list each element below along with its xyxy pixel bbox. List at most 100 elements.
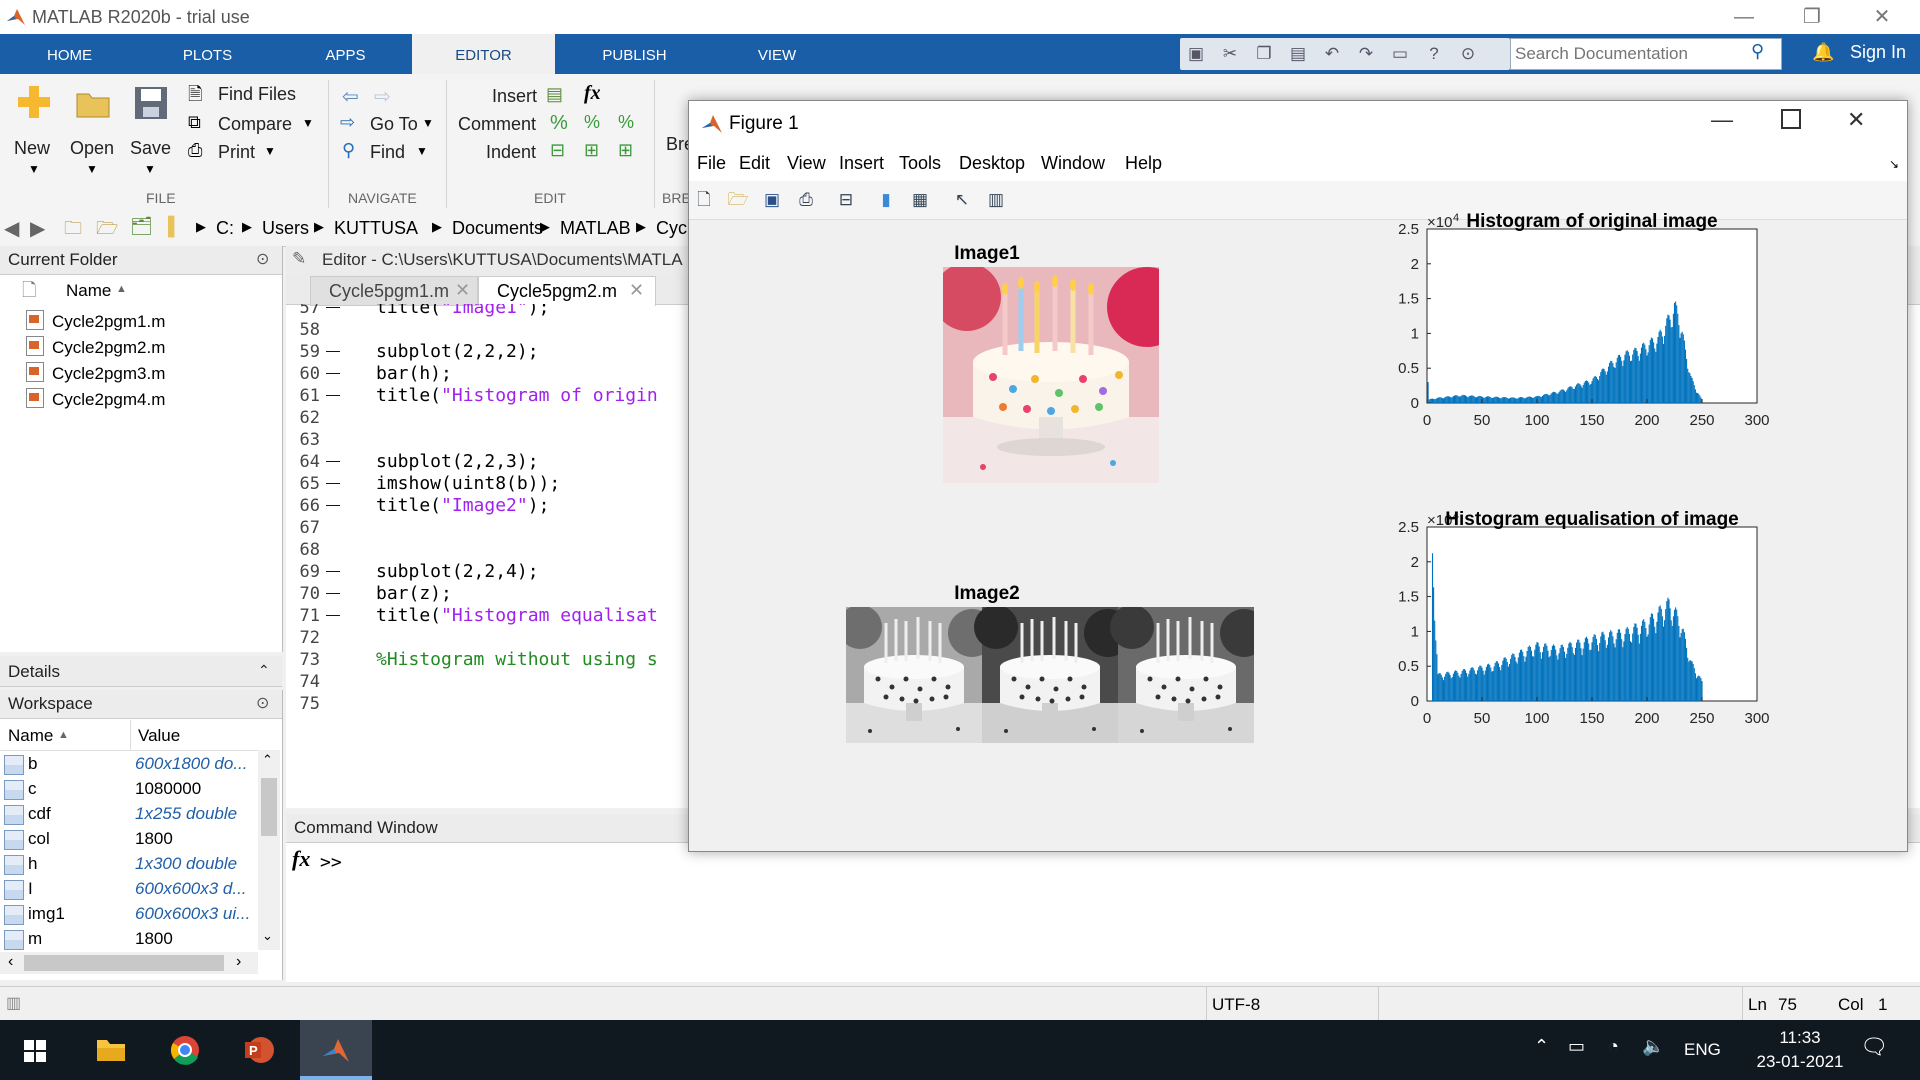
clock-time[interactable]: 11:33: [1760, 1028, 1840, 1048]
table-row[interactable]: cdf 1x255 double: [0, 802, 260, 827]
tab-editor[interactable]: EDITOR: [412, 34, 555, 74]
code-line[interactable]: imshow(uint8(b));: [376, 473, 560, 494]
go-to-button[interactable]: Go To: [370, 114, 418, 135]
folder-history-icon[interactable]: 🗂: [130, 216, 153, 237]
breakpoint-marker[interactable]: —: [326, 584, 340, 600]
language-indicator[interactable]: ENG: [1684, 1040, 1721, 1060]
figure-close-button[interactable]: ✕: [1847, 107, 1865, 133]
figure-maximize-button[interactable]: [1781, 109, 1801, 129]
powerpoint-icon[interactable]: P: [244, 1035, 274, 1065]
wifi-icon[interactable]: ◔: [1608, 1036, 1619, 1057]
notification-center-icon[interactable]: 🗨: [1860, 1034, 1888, 1060]
name-column-header[interactable]: Name: [66, 281, 111, 301]
new-button[interactable]: New ▼: [10, 82, 58, 182]
find-button[interactable]: Find: [370, 142, 405, 163]
code-line[interactable]: %Histogram without using s: [376, 649, 658, 670]
search-input[interactable]: [1511, 39, 1737, 69]
property-editor-icon[interactable]: ▥: [985, 189, 1007, 211]
breakpoint-marker[interactable]: —: [326, 474, 340, 490]
close-tab-icon[interactable]: ✕: [629, 280, 644, 301]
code-line[interactable]: subplot(2,2,3);: [376, 451, 539, 472]
list-item[interactable]: Cycle2pgm1.m: [26, 310, 165, 332]
figure-minimize-button[interactable]: —: [1711, 107, 1733, 133]
dock-arrow-icon[interactable]: ↘: [1889, 157, 1899, 171]
scroll-right-icon[interactable]: ›: [236, 953, 241, 971]
code-line[interactable]: title("Histogram equalisat: [376, 605, 658, 626]
list-item[interactable]: Cycle2pgm3.m: [26, 362, 165, 384]
list-item[interactable]: Cycle2pgm2.m: [26, 336, 165, 358]
code-line[interactable]: title("Histogram of origin: [376, 385, 658, 406]
paste-icon[interactable]: ▤: [1288, 44, 1308, 64]
insert-button[interactable]: Insert: [492, 86, 537, 107]
search-box[interactable]: ⚲: [1510, 38, 1782, 70]
increase-indent-icon[interactable]: ⊞: [584, 140, 599, 161]
panel-menu-icon[interactable]: ⊙: [256, 249, 269, 269]
print-button[interactable]: Print: [218, 142, 255, 163]
forward-arrow-icon[interactable]: ⇨: [374, 84, 391, 109]
help-icon[interactable]: ?: [1424, 44, 1444, 64]
figure-menu-desktop[interactable]: Desktop: [959, 153, 1025, 174]
save-figure-icon[interactable]: ▣: [761, 189, 783, 211]
figure-menu-help[interactable]: Help: [1125, 153, 1162, 174]
code-line[interactable]: title("Image1");: [376, 304, 549, 318]
breadcrumb-documents[interactable]: Documents: [452, 218, 543, 239]
open-file-icon[interactable]: 🗁: [727, 189, 749, 211]
figure-menu-window[interactable]: Window: [1041, 153, 1105, 174]
back-arrow-icon[interactable]: ⇦: [342, 84, 359, 109]
tab-view[interactable]: VIEW: [712, 34, 842, 74]
compare-button[interactable]: Compare: [218, 114, 292, 135]
details-panel-header[interactable]: Details ⌃: [0, 656, 282, 687]
breakpoint-marker[interactable]: —: [326, 606, 340, 622]
tab-home[interactable]: HOME: [12, 34, 127, 74]
breadcrumb-user[interactable]: KUTTUSA: [334, 218, 418, 239]
show-hidden-icons[interactable]: ⌃: [1534, 1036, 1549, 1057]
breakpoint-marker[interactable]: —: [326, 496, 340, 512]
fx-icon[interactable]: fx: [584, 82, 601, 105]
switch-windows-icon[interactable]: ▭: [1390, 44, 1410, 64]
panel-menu-icon[interactable]: ⊙: [256, 693, 269, 713]
comment-button[interactable]: Comment: [458, 114, 536, 135]
code-line[interactable]: bar(z);: [376, 583, 452, 604]
chrome-icon[interactable]: [170, 1035, 200, 1065]
table-row[interactable]: m 1800: [0, 927, 260, 952]
copy-icon[interactable]: ❐: [1254, 44, 1274, 64]
minimize-button[interactable]: —: [1714, 2, 1774, 32]
restore-button[interactable]: ❐: [1782, 2, 1842, 32]
code-line[interactable]: bar(h);: [376, 363, 452, 384]
save-icon[interactable]: ▣: [1186, 44, 1206, 64]
forward-icon[interactable]: ▶: [30, 216, 45, 241]
search-icon[interactable]: ⚲: [1751, 41, 1764, 62]
fx-icon[interactable]: fx: [292, 846, 310, 872]
tab-plots[interactable]: PLOTS: [150, 34, 265, 74]
table-row[interactable]: b 600x1800 do...: [0, 752, 260, 777]
table-row[interactable]: col 1800: [0, 827, 260, 852]
breadcrumb-drive[interactable]: C:: [216, 218, 234, 239]
figure-menu-edit[interactable]: Edit: [739, 153, 770, 174]
table-row[interactable]: img1 600x600x3 ui...: [0, 902, 260, 927]
tab-publish[interactable]: PUBLISH: [572, 34, 697, 74]
legend-icon[interactable]: ▦: [909, 189, 931, 211]
save-button[interactable]: Save ▼: [128, 82, 174, 182]
breadcrumb-matlab[interactable]: MATLAB: [560, 218, 631, 239]
back-icon[interactable]: ◀: [4, 216, 19, 241]
smart-indent-icon[interactable]: ⊟: [550, 140, 565, 161]
colorbar-icon[interactable]: ▮: [875, 189, 897, 211]
comment-percent-icon[interactable]: %: [550, 112, 568, 135]
community-icon[interactable]: ⊙: [1458, 44, 1478, 64]
horizontal-scrollbar[interactable]: ‹ ›: [0, 952, 258, 974]
cut-icon[interactable]: ✂: [1220, 44, 1240, 64]
notifications-icon[interactable]: 🔔: [1812, 42, 1834, 63]
list-item[interactable]: Cycle2pgm4.m: [26, 388, 165, 410]
code-line[interactable]: title("Image2");: [376, 495, 549, 516]
decrease-indent-icon[interactable]: ⊞: [618, 140, 633, 161]
breakpoint-marker[interactable]: —: [326, 386, 340, 402]
print-figure-icon[interactable]: ⎙: [795, 189, 817, 211]
breakpoint-marker[interactable]: —: [326, 562, 340, 578]
table-row[interactable]: c 1080000: [0, 777, 260, 802]
breadcrumb-folder[interactable]: Cycl: [656, 218, 691, 239]
scroll-left-icon[interactable]: ‹: [8, 953, 13, 971]
figure-menu-tools[interactable]: Tools: [899, 153, 941, 174]
insert-section-icon[interactable]: ▤: [546, 84, 563, 105]
redo-icon[interactable]: ↷: [1356, 44, 1376, 64]
editor-tab-active[interactable]: Cycle5pgm2.m ✕: [478, 276, 656, 306]
